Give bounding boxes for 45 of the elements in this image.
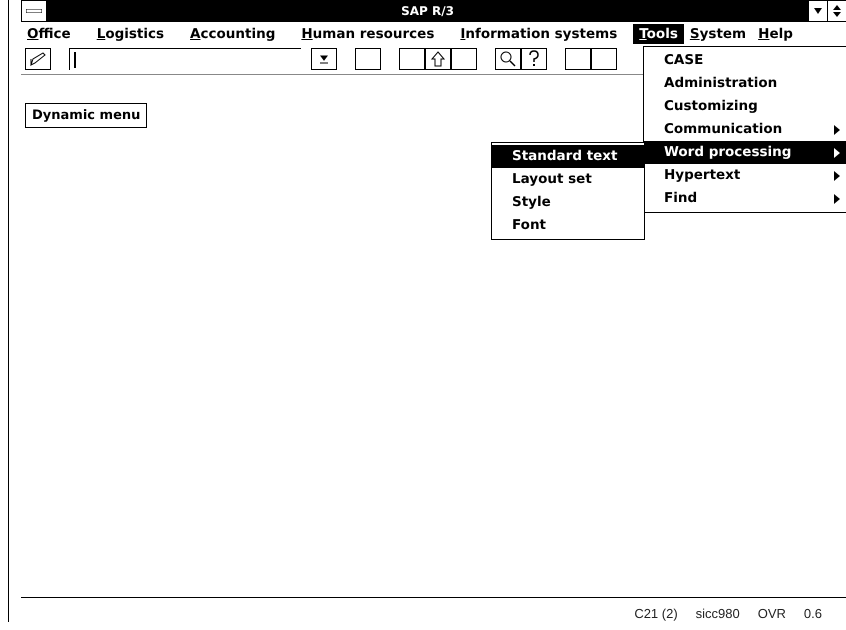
command-field[interactable] <box>69 48 301 70</box>
menu-entry-label: Customizing <box>664 97 758 116</box>
menu-entry-label: Word processing <box>664 143 792 162</box>
toolbar-button[interactable] <box>25 48 51 70</box>
toolbar-button[interactable] <box>451 48 477 70</box>
toolbar-button[interactable] <box>495 48 521 70</box>
up-down-arrows-icon <box>833 5 841 17</box>
up-arrow-icon <box>431 51 445 67</box>
menu-entry[interactable]: Word processing <box>644 141 846 164</box>
toolbar-button[interactable] <box>591 48 617 70</box>
menu-entry-label: Hypertext <box>664 166 740 185</box>
toolbar-button[interactable] <box>399 48 425 70</box>
menu-item[interactable]: Tools <box>633 24 684 44</box>
menu-item[interactable]: Office <box>21 24 77 44</box>
restore-button[interactable] <box>827 1 846 21</box>
toolbar-button[interactable] <box>425 48 451 70</box>
toolbar-button[interactable] <box>355 48 381 70</box>
menu-item[interactable]: Information systems <box>454 24 624 44</box>
toolbar-button[interactable] <box>311 48 337 70</box>
menu-entry-label: Find <box>664 189 698 208</box>
menu-entry[interactable]: Standard text <box>492 145 644 168</box>
menu-item[interactable]: Human resources <box>295 24 440 44</box>
search-icon <box>499 50 517 68</box>
menu-item[interactable]: Accounting <box>184 24 282 44</box>
window-title: SAP R/3 <box>400 4 455 18</box>
menu-entry-label: Administration <box>664 74 778 93</box>
status-text: sicc980 <box>696 606 740 620</box>
toolbar-button[interactable] <box>521 48 547 70</box>
menu-entry-label: Communication <box>664 120 782 139</box>
status-text: OVR <box>758 606 786 620</box>
download-icon <box>319 53 329 65</box>
menu-item[interactable]: System <box>684 24 752 44</box>
bar-icon <box>26 9 42 13</box>
menu-item[interactable]: Logistics <box>90 24 170 44</box>
toolbar-button[interactable] <box>565 48 591 70</box>
pencil-icon <box>29 51 47 67</box>
dynamic-menu-button[interactable]: Dynamic menu <box>25 103 148 128</box>
system-menu-button[interactable] <box>21 0 47 22</box>
menu-item[interactable]: Help <box>752 24 799 44</box>
minimize-button[interactable] <box>808 1 827 21</box>
status-text: 0.6 <box>804 606 822 620</box>
menu-entry-label: CASE <box>664 51 704 70</box>
caret-down-icon <box>814 8 822 14</box>
status-text: C21 (2) <box>634 606 678 620</box>
help-icon <box>528 50 540 68</box>
